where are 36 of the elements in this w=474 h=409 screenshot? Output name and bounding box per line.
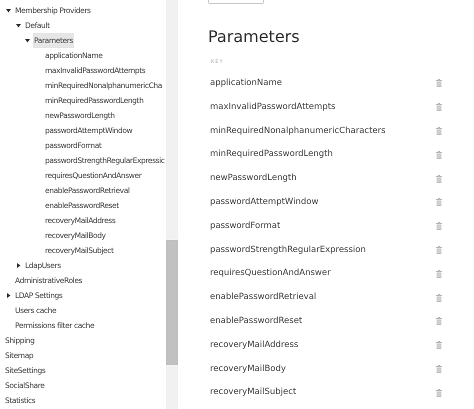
button[interactable]	[208, 0, 264, 4]
caret-down-icon[interactable]	[25, 38, 30, 43]
page-title: Parameters	[208, 26, 301, 48]
trash-icon[interactable]	[436, 364, 442, 373]
trash-icon[interactable]	[436, 103, 442, 112]
table-cell: enablePasswordRetrieval	[210, 291, 316, 304]
trash-icon[interactable]	[436, 317, 442, 326]
trash-icon[interactable]	[436, 79, 442, 88]
caret-right-icon[interactable]	[16, 263, 21, 268]
caret-down-icon[interactable]	[6, 8, 11, 13]
table-cell: passwordStrengthRegularExpression	[210, 244, 366, 256]
table-cell: passwordAttemptWindow	[210, 196, 318, 209]
table-cell: enablePasswordReset	[210, 314, 302, 328]
trash-icon[interactable]	[436, 222, 442, 230]
caret-down-icon[interactable]	[16, 23, 21, 28]
trash-icon[interactable]	[436, 150, 442, 159]
table-cell: maxInvalidPasswordAttempts	[210, 100, 336, 114]
table-cell: minRequiredNonalphanumericCharacters	[210, 124, 386, 138]
table-cell: applicationName	[210, 77, 282, 90]
trash-icon[interactable]	[436, 294, 442, 302]
trash-icon[interactable]	[436, 126, 442, 135]
scrollbar-thumb[interactable]	[166, 240, 178, 365]
table-cell: passwordFormat	[210, 220, 280, 233]
trash-icon[interactable]	[436, 388, 442, 397]
trash-icon[interactable]	[436, 270, 442, 278]
trash-icon[interactable]	[436, 198, 442, 206]
table-cell: recoveryMailSubject	[210, 386, 296, 400]
trash-icon[interactable]	[436, 174, 442, 183]
caret-right-icon[interactable]	[6, 293, 11, 298]
table-cell: newPasswordLength	[210, 172, 297, 185]
table-cell: recoveryMailBody	[210, 362, 286, 376]
trash-icon[interactable]	[436, 246, 442, 254]
table-cell: recoveryMailAddress	[210, 338, 298, 352]
table-cell: requiresQuestionAndAnswer	[210, 267, 331, 280]
table-cell: minRequiredPasswordLength	[210, 148, 333, 162]
trash-icon[interactable]	[436, 341, 442, 350]
